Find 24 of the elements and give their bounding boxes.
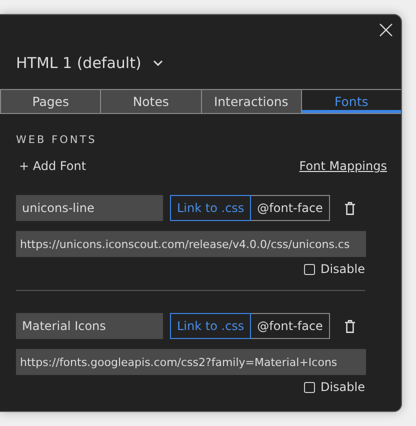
section-heading: WEB FONTS [16,134,98,146]
mode-toggle[interactable]: Link to .css [170,313,252,339]
close-icon[interactable] [379,23,393,37]
page-dropdown[interactable]: HTML 1 (default) [16,54,164,72]
trash-icon[interactable] [344,202,355,214]
checkbox-label: Disable [320,380,365,394]
font-name-field[interactable]: unicons-line [16,195,163,221]
checkbox[interactable] [304,382,316,392]
tab[interactable]: Pages [0,90,102,113]
tab[interactable]: Fonts [302,90,401,113]
mode-toggle[interactable]: Link to .css [170,195,252,221]
tab[interactable]: Interactions [202,90,302,113]
checkbox[interactable] [304,264,316,274]
trash-icon[interactable] [344,320,355,332]
add-font-button[interactable]: + Add Font [16,159,86,173]
font-name-field[interactable]: Material Icons [16,313,163,339]
mode-toggle[interactable]: @font-face [251,195,330,221]
tab[interactable]: Notes [101,90,202,113]
chevron-down-icon[interactable] [153,60,164,66]
mode-toggle[interactable]: @font-face [251,313,330,339]
checkbox-label: Disable [320,262,365,276]
font-mappings-link[interactable]: Font Mappings [299,159,387,173]
url-field[interactable]: https://fonts.googleapis.com/css2?family=Material+Icons [16,349,366,375]
url-field[interactable]: https://unicons.iconscout.com/release/v4.0.0/css/unicons.cs [16,231,366,257]
